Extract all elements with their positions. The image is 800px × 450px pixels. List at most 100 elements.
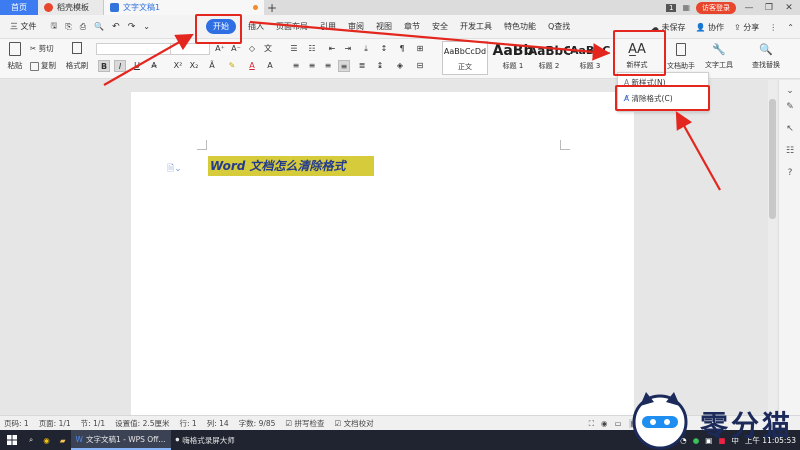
tab-features[interactable]: 特色功能: [498, 21, 542, 32]
shading-icon[interactable]: ◈: [394, 60, 406, 72]
overflow-icon[interactable]: ⋮: [769, 23, 777, 32]
taskbar-wps[interactable]: W 文字文稿1 - WPS Off...: [70, 430, 171, 450]
status-setting[interactable]: 设置值: 2.5厘米: [115, 418, 169, 429]
shrink-font-icon[interactable]: A⁻: [230, 43, 242, 55]
tab-document[interactable]: 文字文稿1: [104, 0, 264, 15]
new-tab-button[interactable]: +: [264, 1, 280, 15]
doc-assistant-button[interactable]: 文档助手: [664, 40, 698, 74]
align-center-icon[interactable]: ≡: [306, 60, 318, 72]
more-icon[interactable]: ⌄: [143, 22, 150, 31]
bullet-list-icon[interactable]: ☰: [288, 43, 300, 55]
doc-assistant-label: 文档助手: [667, 62, 695, 70]
line-spacing-icon[interactable]: ↨: [374, 60, 386, 72]
document-title-text[interactable]: Word 文档怎么清除格式: [208, 156, 374, 176]
tab-insert[interactable]: 插入: [242, 21, 270, 32]
undo-icon[interactable]: ↶: [112, 22, 120, 32]
tab-home[interactable]: 首页: [0, 0, 38, 15]
style-normal[interactable]: AaBbCcDd 正文: [442, 41, 488, 75]
tab-security[interactable]: 安全: [426, 21, 454, 32]
superscript-icon[interactable]: X²: [172, 60, 184, 72]
decrease-indent-icon[interactable]: ⇤: [326, 43, 338, 55]
save-icon[interactable]: 🖫: [51, 20, 58, 34]
status-pages[interactable]: 页面: 1/1: [39, 418, 71, 429]
format-painter-button[interactable]: 格式刷: [64, 42, 90, 76]
print-icon[interactable]: ⎙: [80, 22, 86, 32]
style-heading-3[interactable]: AaBbC 标题 3: [570, 41, 610, 75]
copy-button[interactable]: 复制: [30, 60, 56, 71]
spellcheck-button[interactable]: ☑ 拼写检查: [285, 418, 324, 429]
pen-icon[interactable]: ✎: [784, 102, 796, 114]
close-icon[interactable]: ✕: [782, 3, 796, 13]
tab-developer[interactable]: 开发工具: [454, 21, 498, 32]
align-left-icon[interactable]: ≡: [290, 60, 302, 72]
text-effect-icon[interactable]: Ã: [206, 60, 218, 72]
char-border-icon[interactable]: A: [264, 60, 276, 72]
cursor-icon[interactable]: ↖: [784, 124, 796, 136]
tab-page-layout[interactable]: 页面布局: [270, 21, 314, 32]
wrench-icon: 🔧: [712, 43, 726, 56]
style-normal-preview: AaBbCcDd: [443, 47, 487, 56]
distribute-icon[interactable]: ≣: [356, 60, 368, 72]
highlight-icon[interactable]: ✎: [226, 60, 238, 72]
align-right-icon[interactable]: ≡: [322, 60, 334, 72]
font-size-select[interactable]: [170, 43, 210, 55]
increase-indent-icon[interactable]: ⇥: [342, 43, 354, 55]
style-heading-2[interactable]: AaBbC 标题 2: [528, 41, 570, 75]
preview-icon[interactable]: 🔍: [94, 22, 104, 31]
status-words[interactable]: 字数: 9/85: [239, 418, 276, 429]
chinese-layout-icon[interactable]: ⤓: [360, 43, 372, 55]
tab-view[interactable]: 视图: [370, 21, 398, 32]
taskbar-recorder[interactable]: ⏺ 嗨格式录屏大师: [171, 430, 240, 450]
table-icon[interactable]: ⊞: [414, 43, 426, 55]
number-list-icon[interactable]: ☷: [306, 43, 318, 55]
tab-template[interactable]: 稻壳模板: [38, 0, 104, 15]
visitor-login-button[interactable]: 访客登录: [696, 1, 736, 14]
paste-button[interactable]: 粘贴: [5, 42, 25, 76]
search-menu[interactable]: Q查找: [542, 21, 576, 32]
export-icon[interactable]: ⎘: [65, 22, 71, 32]
eye-protect-icon[interactable]: ◉: [601, 419, 608, 428]
scroll-thumb[interactable]: [769, 99, 776, 219]
search-icon[interactable]: ⌕: [24, 430, 38, 450]
status-section[interactable]: 节: 1/1: [81, 418, 105, 429]
subscript-icon[interactable]: X₂: [188, 60, 200, 72]
minimize-icon[interactable]: —: [742, 3, 756, 13]
find-replace-button[interactable]: 🔍 查找替换: [744, 40, 788, 74]
focus-mode-icon[interactable]: ⛶: [589, 419, 594, 429]
italic-button[interactable]: I: [114, 60, 126, 72]
settings-sliders-icon[interactable]: ☷: [784, 146, 796, 158]
file-menu[interactable]: 三 文件: [4, 21, 43, 32]
paragraph-handle-icon[interactable]: 🗎⌄: [167, 161, 182, 177]
tab-chapter[interactable]: 章节: [398, 21, 426, 32]
word-tools-button[interactable]: 🔧 文字工具: [700, 40, 738, 74]
collapse-icon[interactable]: ⌃: [787, 23, 794, 32]
chrome-icon[interactable]: ◉: [38, 430, 55, 450]
status-page-no[interactable]: 页码: 1: [4, 418, 29, 429]
grow-font-icon[interactable]: A⁺: [214, 43, 226, 55]
justify-icon[interactable]: ≡: [338, 60, 350, 72]
pinyin-icon[interactable]: 文: [262, 43, 274, 55]
share-button[interactable]: ⇪ 分享: [734, 22, 759, 33]
font-color-button[interactable]: A: [246, 60, 258, 72]
clear-icon[interactable]: ◇: [246, 43, 258, 55]
bold-button[interactable]: B: [98, 60, 110, 72]
show-marks-icon[interactable]: ¶: [396, 43, 408, 55]
panel-collapse-icon[interactable]: ⌄: [784, 86, 796, 98]
border-icon[interactable]: ⊟: [414, 60, 426, 72]
grid-icon[interactable]: ▦: [682, 3, 690, 12]
redo-icon[interactable]: ↷: [128, 22, 136, 32]
highlight-start-tab: [195, 14, 242, 44]
start-windows-icon[interactable]: [0, 430, 24, 450]
taskbar-wps-label: 文字文稿1 - WPS Off...: [85, 434, 166, 444]
tab-references[interactable]: 引用: [314, 21, 342, 32]
proofread-button[interactable]: ☑ 文档校对: [335, 418, 374, 429]
restore-icon[interactable]: ❐: [762, 3, 776, 13]
sort-icon[interactable]: ↕: [378, 43, 390, 55]
cut-button[interactable]: ✂ 剪切: [30, 43, 54, 54]
folder-icon[interactable]: ▰: [55, 430, 71, 450]
strikethrough-icon[interactable]: A̶: [148, 60, 160, 72]
help-icon[interactable]: ?: [784, 168, 796, 180]
tab-review[interactable]: 审阅: [342, 21, 370, 32]
collab-button[interactable]: 👤 协作: [696, 22, 725, 33]
underline-button[interactable]: U: [131, 60, 143, 72]
